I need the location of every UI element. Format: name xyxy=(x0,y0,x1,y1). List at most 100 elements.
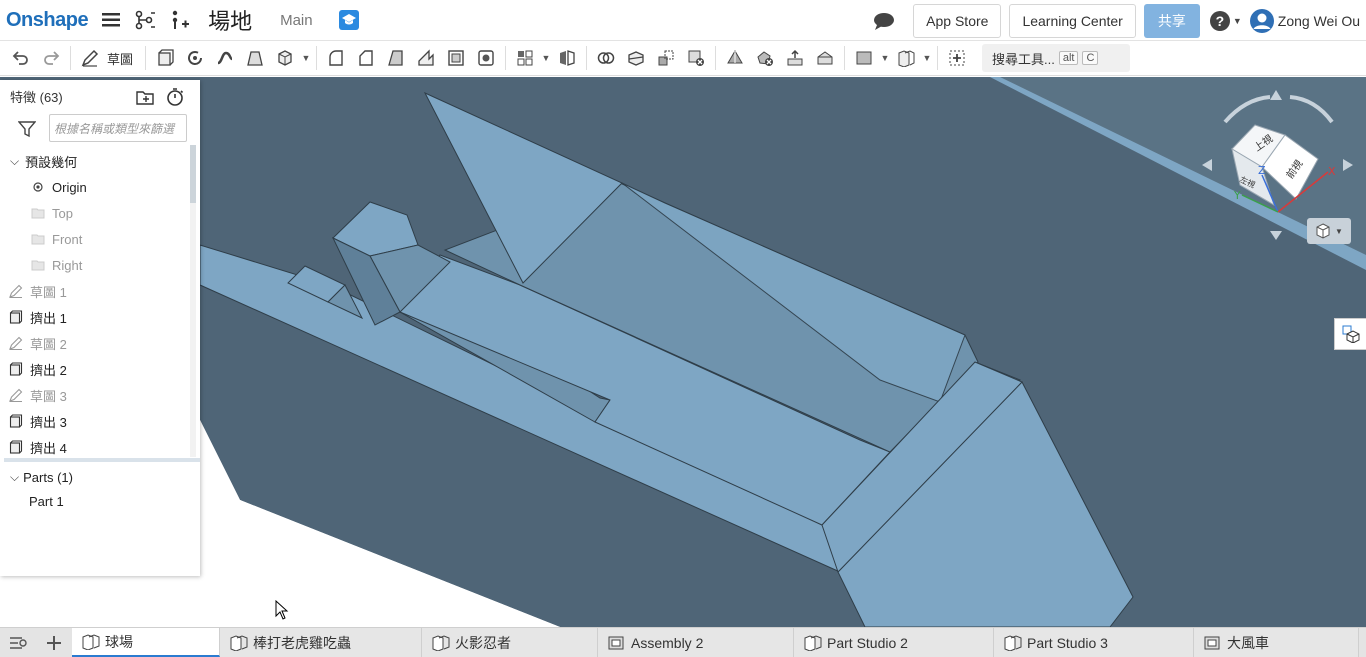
feature-toolbar: 草圖 ▼ ▼ ▼ ▼ 搜尋工具... alt C xyxy=(0,41,1366,76)
feature-item[interactable]: 草圖 3 xyxy=(0,382,190,408)
view-right-arrow-icon[interactable] xyxy=(1343,159,1353,171)
plane-icon xyxy=(30,257,46,273)
scrollbar-thumb[interactable] xyxy=(190,145,196,203)
tab-2[interactable]: 火影忍者 xyxy=(422,628,598,657)
feature-item[interactable]: 擠出 1 xyxy=(0,304,190,330)
draft-icon[interactable] xyxy=(381,44,411,72)
tab-3[interactable]: Assembly 2 xyxy=(598,628,794,657)
rib-icon[interactable] xyxy=(411,44,441,72)
document-name[interactable]: 場地 xyxy=(208,4,252,36)
feature-item[interactable]: 草圖 1 xyxy=(0,278,190,304)
help-button[interactable]: ? ▼ xyxy=(1209,10,1242,31)
side-panel-toggle[interactable] xyxy=(1334,318,1366,350)
undo-icon[interactable] xyxy=(6,44,36,72)
view-down-arrow-icon[interactable] xyxy=(1270,231,1282,240)
education-badge-icon[interactable] xyxy=(338,10,359,30)
assembly-icon xyxy=(608,635,626,651)
app-store-button[interactable]: App Store xyxy=(913,3,1002,38)
chevron-down-icon[interactable]: ▼ xyxy=(921,53,933,63)
shortcut-c-key: C xyxy=(1082,51,1099,65)
tab-4[interactable]: Part Studio 2 xyxy=(794,628,994,657)
revolve-icon[interactable] xyxy=(180,44,210,72)
replace-face-icon[interactable] xyxy=(810,44,840,72)
part-model[interactable] xyxy=(0,77,1366,627)
graphics-viewport[interactable] xyxy=(0,77,1366,627)
plane-icon[interactable] xyxy=(849,44,879,72)
chevron-down-icon[interactable]: ▼ xyxy=(540,53,552,63)
learning-center-button[interactable]: Learning Center xyxy=(1009,3,1136,38)
user-menu[interactable]: Zong Wei Ou xyxy=(1249,8,1360,33)
filter-icon[interactable] xyxy=(18,120,36,138)
redo-icon[interactable] xyxy=(36,44,66,72)
branch-icon[interactable] xyxy=(168,9,190,31)
comments-icon[interactable] xyxy=(873,12,895,30)
stopwatch-icon[interactable] xyxy=(165,87,185,107)
feature-item[interactable]: Right xyxy=(0,252,190,278)
sketch-icon xyxy=(8,387,24,403)
feature-list-title: 特徵 (63) xyxy=(10,89,63,105)
onshape-logo[interactable]: Onshape xyxy=(6,9,89,32)
feature-item[interactable]: Top xyxy=(0,200,190,226)
sweep-icon[interactable] xyxy=(210,44,240,72)
move-face-icon[interactable] xyxy=(780,44,810,72)
sketch-button-label[interactable]: 草圖 xyxy=(107,49,133,68)
chevron-down-icon[interactable]: ▼ xyxy=(879,53,891,63)
split-icon[interactable] xyxy=(621,44,651,72)
add-folder-icon[interactable] xyxy=(135,87,155,107)
chevron-down-icon[interactable]: ⌵ xyxy=(10,470,19,485)
chevron-down-icon[interactable]: ▼ xyxy=(300,53,312,63)
feature-item[interactable]: Front xyxy=(0,226,190,252)
feature-item-label: 草圖 2 xyxy=(30,336,67,352)
feature-item[interactable]: 擠出 2 xyxy=(0,356,190,382)
rotate-left-arrow-icon[interactable] xyxy=(1223,95,1271,124)
share-button[interactable]: 共享 xyxy=(1143,3,1200,38)
add-tab-icon[interactable] xyxy=(36,628,72,657)
parts-folder[interactable]: ⌵ Parts (1) xyxy=(0,465,190,489)
extrude-icon[interactable] xyxy=(150,44,180,72)
tab-0[interactable]: 球場 xyxy=(72,628,220,657)
toolbar-divider xyxy=(145,46,147,70)
feature-item[interactable]: 擠出 3 xyxy=(0,408,190,434)
part-item[interactable]: Part 1 xyxy=(0,489,190,513)
fillet-icon[interactable] xyxy=(321,44,351,72)
boolean-icon[interactable] xyxy=(591,44,621,72)
tab-1[interactable]: 棒打老虎雞吃蟲 xyxy=(220,628,422,657)
search-tools-input[interactable]: 搜尋工具... alt C xyxy=(982,44,1131,72)
loft-icon[interactable] xyxy=(240,44,270,72)
sketch-icon[interactable] xyxy=(75,44,105,72)
feature-filter-input[interactable]: 根據名稱或類型來篩選 xyxy=(49,114,187,142)
view-options-button[interactable]: ▼ xyxy=(1307,218,1351,244)
workspace-name[interactable]: Main xyxy=(280,12,313,29)
delete-face-icon[interactable] xyxy=(750,44,780,72)
avatar-icon xyxy=(1249,8,1274,33)
view-up-arrow-icon[interactable] xyxy=(1270,90,1282,100)
thicken-icon[interactable] xyxy=(270,44,300,72)
part-studio-icon xyxy=(432,634,450,651)
view-left-arrow-icon[interactable] xyxy=(1202,159,1212,171)
feature-item[interactable]: 擠出 4 xyxy=(0,434,190,460)
chamfer-icon[interactable] xyxy=(351,44,381,72)
split-face-icon[interactable] xyxy=(720,44,750,72)
feature-item[interactable]: 草圖 2 xyxy=(0,330,190,356)
transform-icon[interactable] xyxy=(651,44,681,72)
tab-6[interactable]: 大風車 xyxy=(1194,628,1359,657)
shell-icon[interactable] xyxy=(441,44,471,72)
feature-list-scrollbar[interactable] xyxy=(190,145,196,457)
rotate-right-arrow-icon[interactable] xyxy=(1289,95,1334,124)
pattern-icon[interactable] xyxy=(510,44,540,72)
mirror-icon[interactable] xyxy=(552,44,582,72)
part-studio-icon xyxy=(1004,634,1022,651)
default-geometry-folder[interactable]: ⌵ 預設幾何 xyxy=(0,148,190,174)
delete-part-icon[interactable] xyxy=(681,44,711,72)
feature-item[interactable]: Origin xyxy=(0,174,190,200)
tab-list-icon[interactable] xyxy=(0,628,36,657)
panel-resize-handle[interactable] xyxy=(4,458,200,462)
add-custom-feature-icon[interactable] xyxy=(942,44,972,72)
part-studio-icon xyxy=(82,633,100,650)
mate-connector-icon[interactable] xyxy=(891,44,921,72)
version-history-icon[interactable] xyxy=(134,9,156,31)
hole-icon[interactable] xyxy=(471,44,501,72)
chevron-down-icon[interactable]: ⌵ xyxy=(10,154,19,169)
tab-5[interactable]: Part Studio 3 xyxy=(994,628,1194,657)
menu-icon[interactable] xyxy=(100,9,122,31)
